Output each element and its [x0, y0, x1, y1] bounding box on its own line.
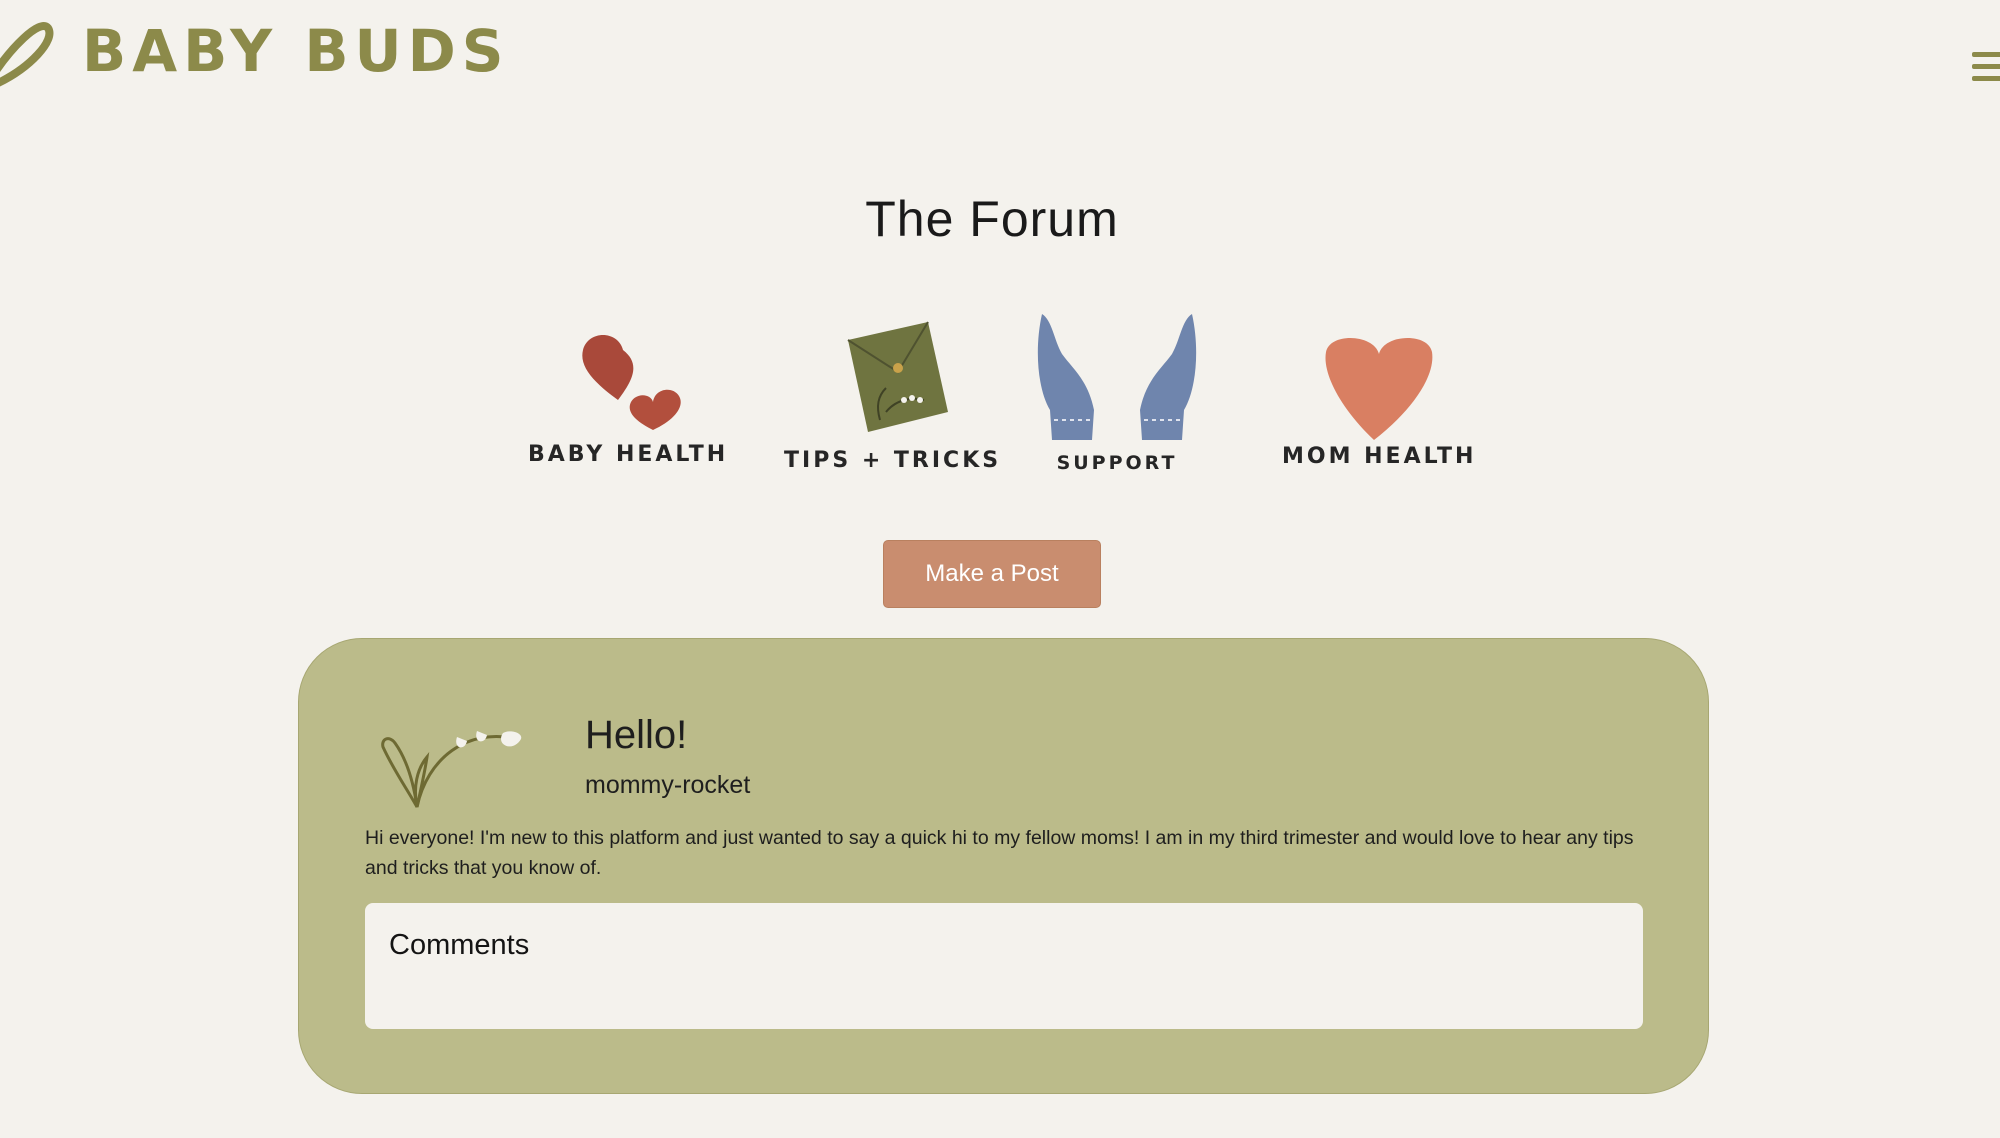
category-support[interactable]: SUPPORT	[1032, 310, 1202, 474]
category-tips-tricks[interactable]: TIPS + TRICKS	[784, 316, 1001, 473]
leaf-logo-icon	[0, 22, 54, 87]
make-a-post-button[interactable]: Make a Post	[883, 540, 1101, 608]
site-header: BABY BUDS	[0, 0, 2000, 120]
heart-icon	[1325, 337, 1433, 440]
category-label: SUPPORT	[1056, 452, 1178, 474]
category-label: TIPS + TRICKS	[784, 448, 1002, 473]
lily-of-the-valley-icon	[381, 731, 522, 808]
page-title: The Forum	[865, 191, 1119, 247]
envelope-flower-icon	[847, 321, 948, 432]
hamburger-menu-icon[interactable]	[1972, 50, 2000, 82]
brand-name: BABY BUDS	[82, 17, 510, 85]
brand-logo[interactable]: BABY BUDS	[0, 8, 510, 88]
post-author[interactable]: mommy-rocket	[585, 771, 750, 800]
two-hearts-icon	[582, 335, 681, 430]
comments-heading: Comments	[389, 929, 530, 961]
post-card: Hello! mommy-rocket Hi everyone! I'm new…	[298, 638, 1709, 1094]
category-label: MOM HEALTH	[1282, 444, 1477, 469]
category-baby-health[interactable]: BABY HEALTH	[528, 330, 728, 467]
category-label: BABY HEALTH	[528, 442, 729, 467]
post-title[interactable]: Hello!	[585, 713, 687, 758]
category-mom-health[interactable]: MOM HEALTH	[1282, 330, 1476, 469]
category-nav: BABY HEALTH TIPS + TRICKS SUPPORT MOM HE…	[500, 314, 1480, 510]
post-body: Hi everyone! I'm new to this platform an…	[365, 827, 1634, 879]
reaching-hands-icon	[1037, 314, 1197, 440]
comments-section[interactable]: Comments	[365, 903, 1643, 1029]
